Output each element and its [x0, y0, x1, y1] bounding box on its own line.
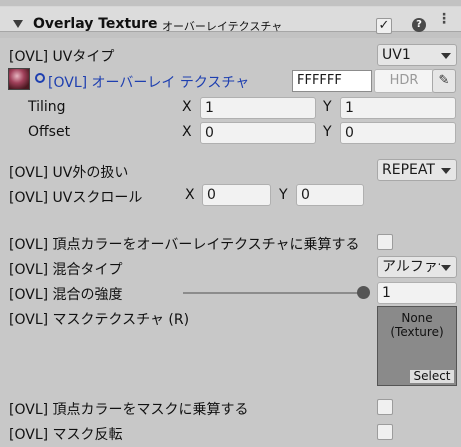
- tiling-y-label: Y: [323, 99, 332, 115]
- blend-type-label: [OVL] 混合タイプ: [9, 262, 123, 278]
- uv-type-dropdown[interactable]: UV1: [377, 44, 457, 66]
- section-header-bar[interactable]: Overlay Texture オーバーレイテクスチャ ✓ ? ⋮: [0, 6, 461, 34]
- blend-power-slider-thumb[interactable]: [357, 286, 370, 299]
- vertex-color-mask-checkbox[interactable]: [377, 399, 393, 415]
- tiling-y-input[interactable]: 1: [340, 97, 456, 119]
- mask-invert-label: [OVL] マスク反転: [9, 427, 123, 443]
- help-icon[interactable]: ?: [412, 18, 426, 32]
- uv-scroll-x-input[interactable]: 0: [202, 184, 271, 206]
- hdr-color-swatch[interactable]: HDR: [374, 69, 434, 93]
- chevron-down-icon: [441, 265, 451, 271]
- object-picker-icon[interactable]: [35, 73, 45, 83]
- foldout-arrow-icon[interactable]: [13, 20, 23, 28]
- blend-type-dropdown[interactable]: アルファ合成: [377, 256, 457, 278]
- offset-x-label: X: [182, 124, 192, 140]
- tiling-x-input[interactable]: 1: [200, 97, 316, 119]
- blend-type-value: アルファ合成: [382, 259, 440, 275]
- overlay-texture-thumbnail[interactable]: [8, 68, 30, 90]
- vertex-color-multiply-checkbox[interactable]: [377, 234, 393, 250]
- eyedropper-icon[interactable]: ✎: [432, 69, 456, 93]
- vertex-color-mask-label: [OVL] 頂点カラーをマスクに乗算する: [9, 402, 249, 418]
- uv-outside-dropdown[interactable]: REPEAT: [377, 159, 457, 181]
- section-header: Overlay Texture オーバーレイテクスチャ ✓ ? ⋮: [0, 0, 461, 38]
- uv-scroll-y-label: Y: [279, 187, 288, 203]
- mask-invert-checkbox[interactable]: [377, 424, 393, 440]
- section-enable-checkbox[interactable]: ✓: [376, 18, 392, 34]
- color-hex-field[interactable]: FFFFFF: [292, 70, 372, 92]
- blend-power-label: [OVL] 混合の強度: [9, 287, 123, 303]
- uv-outside-label: [OVL] UV外の扱い: [9, 165, 129, 181]
- kebab-menu-icon[interactable]: ⋮: [437, 12, 451, 26]
- offset-x-input[interactable]: 0: [200, 122, 316, 144]
- uv-scroll-y-input[interactable]: 0: [296, 184, 364, 206]
- tiling-label: Tiling: [28, 99, 66, 115]
- blend-power-input[interactable]: 1: [377, 282, 457, 304]
- vertex-color-multiply-label: [OVL] 頂点カラーをオーバーレイテクスチャに乗算する: [9, 237, 360, 253]
- uv-scroll-x-label: X: [185, 187, 195, 203]
- chevron-down-icon: [441, 168, 451, 174]
- section-title: Overlay Texture: [33, 16, 158, 32]
- mask-texture-slot[interactable]: None (Texture) Select: [377, 306, 457, 386]
- offset-y-input[interactable]: 0: [340, 122, 456, 144]
- uv-type-label: [OVL] UVタイプ: [9, 49, 115, 65]
- offset-y-label: Y: [323, 124, 332, 140]
- tiling-x-label: X: [182, 99, 192, 115]
- uv-scroll-label: [OVL] UVスクロール: [9, 190, 143, 206]
- blend-power-slider-track[interactable]: [183, 292, 365, 294]
- mask-texture-select-button[interactable]: Select: [409, 369, 455, 384]
- mask-texture-none-text: None (Texture): [390, 311, 444, 339]
- chevron-down-icon: [441, 53, 451, 59]
- section-subtitle: オーバーレイテクスチャ: [162, 20, 283, 33]
- offset-label: Offset: [28, 124, 71, 140]
- mask-texture-label: [OVL] マスクテクスチャ (R): [9, 312, 190, 328]
- uv-type-value: UV1: [382, 47, 411, 63]
- overlay-texture-label[interactable]: [OVL] オーバーレイ テクスチャ: [48, 72, 249, 92]
- uv-outside-value: REPEAT: [382, 162, 435, 178]
